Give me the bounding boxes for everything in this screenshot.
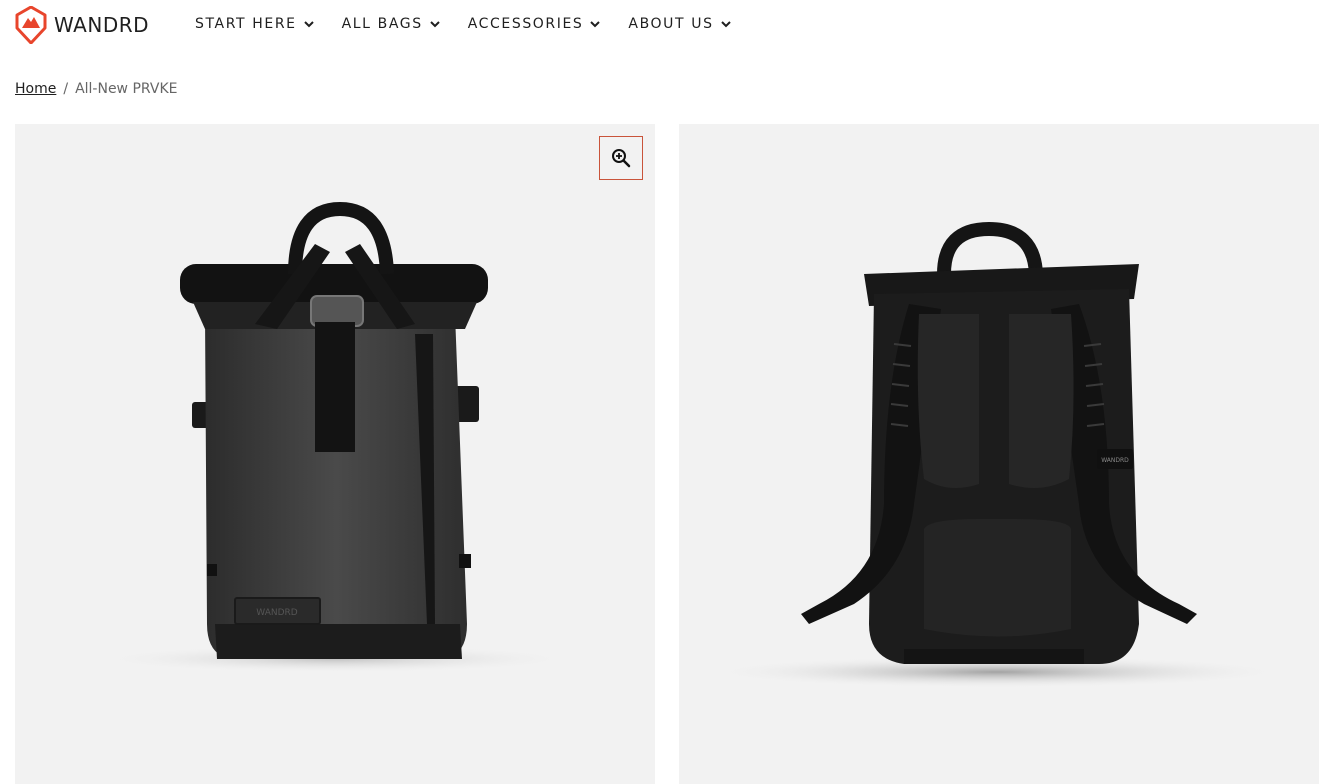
nav-item-label: ALL BAGS (341, 16, 423, 32)
nav-item-accessories[interactable]: ACCESSORIES (468, 16, 601, 32)
nav-item-label: START HERE (195, 16, 297, 32)
chevron-down-icon (429, 20, 440, 27)
nav-item-label: ABOUT US (628, 16, 714, 32)
nav-item-label: ACCESSORIES (467, 16, 584, 32)
brand-logo[interactable]: WANDRD (15, 6, 149, 44)
breadcrumb: Home / All-New PRVKE (15, 81, 177, 97)
nav-item-about-us[interactable]: ABOUT US (628, 16, 731, 32)
nav-item-start-here[interactable]: START HERE (195, 16, 314, 32)
zoom-in-icon (612, 149, 631, 168)
bag-logo-text: WANDRD (256, 608, 297, 618)
chevron-down-icon (720, 20, 731, 27)
main-nav: START HERE ALL BAGS ACCESSORIES ABOUT US (195, 16, 759, 32)
breadcrumb-current: All-New PRVKE (75, 81, 178, 97)
backpack-front-image: WANDRD (95, 201, 575, 673)
backpack-back-image: WANDRD (707, 221, 1287, 688)
zoom-button[interactable] (599, 136, 643, 180)
breadcrumb-home-link[interactable]: Home (15, 81, 56, 97)
wandrd-logo-icon (15, 6, 47, 44)
site-header: WANDRD START HERE ALL BAGS ACCESSORIES A… (0, 0, 1327, 52)
brand-name: WANDRD (54, 13, 150, 37)
breadcrumb-separator: / (63, 81, 69, 97)
product-gallery: WANDRD WANDRD (15, 124, 1319, 784)
nav-item-all-bags[interactable]: ALL BAGS (342, 16, 440, 32)
chevron-down-icon (590, 20, 601, 27)
product-image-back[interactable]: WANDRD (679, 124, 1319, 784)
bag-side-label: WANDRD (1101, 457, 1129, 464)
product-image-front[interactable]: WANDRD (15, 124, 655, 784)
chevron-down-icon (303, 20, 314, 27)
